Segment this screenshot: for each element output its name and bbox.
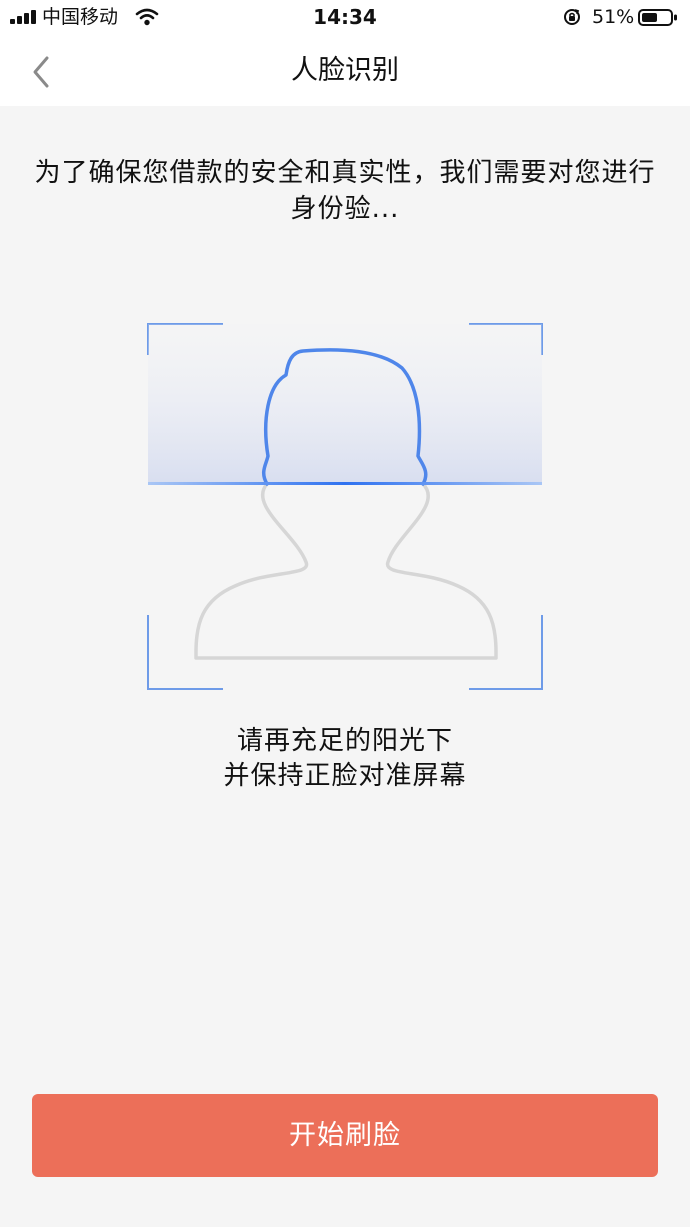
start-face-scan-button[interactable]: 开始刷脸 <box>32 1094 658 1177</box>
face-scan-illustration <box>147 323 543 690</box>
battery-percentage: 51% <box>592 6 635 28</box>
status-bar: 中国移动 14:34 51% <box>0 0 690 36</box>
scan-highlight <box>148 324 542 484</box>
hint-line-2: 并保持正脸对准屏幕 <box>223 761 467 791</box>
face-scan-area <box>0 300 690 700</box>
navigation-bar: 人脸识别 <box>0 36 690 106</box>
hint-line-1: 请再充足的阳光下 <box>236 726 453 756</box>
positioning-hint: 请再充足的阳光下 并保持正脸对准屏幕 <box>0 724 690 794</box>
clock-time: 14:34 <box>313 5 377 29</box>
scan-line <box>148 482 542 485</box>
page-title: 人脸识别 <box>291 55 399 86</box>
orientation-lock-icon <box>564 9 580 25</box>
head-outline <box>194 482 498 660</box>
battery-icon <box>638 9 677 26</box>
intro-message: 为了确保您借款的安全和真实性，我们需要对您进行身份验... <box>34 158 656 224</box>
